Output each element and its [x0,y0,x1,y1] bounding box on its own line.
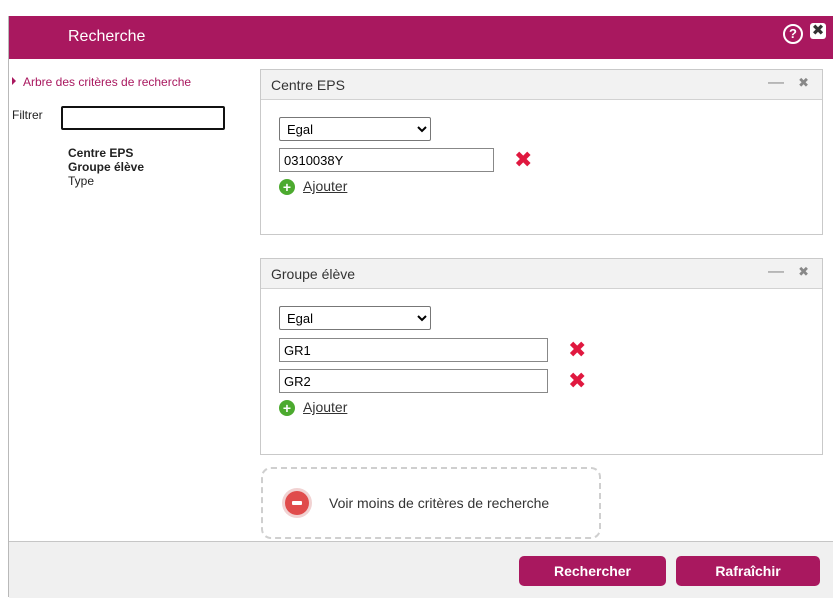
minus-circle-icon [285,491,309,515]
tree-item-centre-eps[interactable]: Centre EPS [68,146,144,160]
search-button[interactable]: Rechercher [519,556,666,586]
panel-title: Centre EPS [271,77,345,93]
panel-groupe-eleve: Groupe élève — ✖ Egal ✖ ✖ + Ajouter [260,258,823,455]
refresh-button[interactable]: Rafraîchir [676,556,820,586]
panel-centre-eps: Centre EPS — ✖ Egal ✖ + Ajouter [260,69,823,235]
operator-select[interactable]: Egal [279,117,431,141]
dialog-title: Recherche [68,28,146,45]
search-dialog: Recherche ? ✖ Arbre des critères de rech… [8,16,833,598]
close-icon[interactable]: ✖ [810,23,826,39]
filter-input[interactable] [61,106,225,130]
fewer-criteria-label: Voir moins de critères de recherche [329,495,550,511]
minimize-icon[interactable]: — [768,74,784,92]
add-value-button[interactable]: + Ajouter [279,399,347,416]
panel-title: Groupe élève [271,266,356,282]
filter-label: Filtrer [12,108,43,122]
page-left-edge [0,0,8,597]
fewer-criteria-button[interactable]: Voir moins de critères de recherche [261,467,601,539]
close-icon[interactable]: ✖ [798,264,809,280]
criteria-tree-link[interactable]: Arbre des critères de recherche [12,75,191,89]
operator-select[interactable]: Egal [279,306,431,330]
add-value-label: Ajouter [303,178,348,194]
criteria-tree-label: Arbre des critères de recherche [23,75,192,89]
dialog-titlebar: Recherche ? ✖ [9,16,833,59]
add-value-button[interactable]: + Ajouter [279,178,347,195]
tree-item-groupe-eleve[interactable]: Groupe élève [68,160,144,174]
caret-right-icon [12,77,16,85]
value-input[interactable] [279,148,494,172]
criteria-tree: Centre EPS Groupe élève Type [68,146,144,188]
add-icon: + [279,179,295,195]
remove-value-icon[interactable]: ✖ [514,149,532,171]
help-icon[interactable]: ? [783,24,803,44]
remove-value-icon[interactable]: ✖ [568,339,586,361]
close-icon[interactable]: ✖ [798,75,809,91]
add-icon: + [279,400,295,416]
minimize-icon[interactable]: — [768,263,784,281]
tree-item-type[interactable]: Type [68,174,144,188]
add-value-label: Ajouter [303,399,348,415]
dialog-footer: Rechercher Rafraîchir [9,541,833,598]
remove-value-icon[interactable]: ✖ [568,370,586,392]
panel-header: Groupe élève — ✖ [261,259,822,289]
panel-header: Centre EPS — ✖ [261,70,822,100]
value-input[interactable] [279,369,548,393]
value-input[interactable] [279,338,548,362]
